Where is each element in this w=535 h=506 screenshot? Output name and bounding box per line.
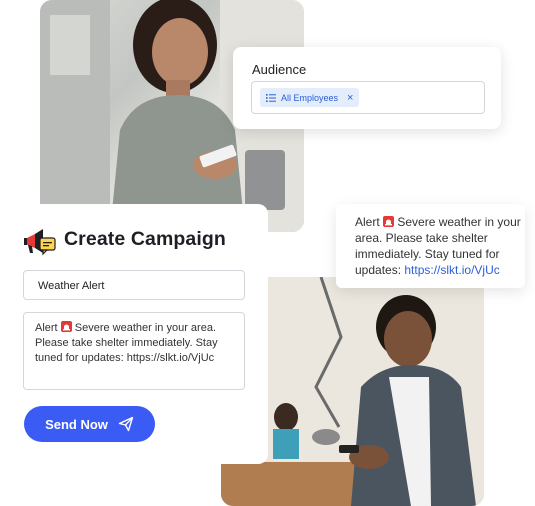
sms-prefix: Alert (355, 215, 384, 229)
megaphone-chat-icon (24, 229, 56, 256)
campaign-name-field[interactable]: Weather Alert (23, 270, 245, 300)
sms-link[interactable]: https://slkt.io/VjUc (404, 263, 499, 277)
siren-icon (60, 321, 72, 332)
list-icon (266, 93, 276, 102)
audience-chip[interactable]: All Employees × (260, 88, 360, 107)
close-icon[interactable]: × (347, 92, 353, 104)
message-prefix: Alert (35, 322, 61, 334)
send-now-label: Send Now (45, 416, 108, 432)
audience-card: Audience All Employees × (233, 47, 501, 129)
page-title: Create Campaign (64, 228, 226, 250)
send-now-button[interactable]: Send Now (24, 406, 155, 442)
sms-preview-text: Alert Severe weather in your area. Pleas… (355, 214, 525, 278)
campaign-message-field[interactable]: Alert Severe weather in your area. Pleas… (23, 312, 245, 390)
campaign-name-value: Weather Alert (38, 280, 105, 292)
audience-chip-label: All Employees (281, 92, 339, 103)
send-plane-icon (118, 416, 134, 432)
audience-title: Audience (252, 62, 307, 77)
siren-icon (383, 216, 395, 227)
sms-preview-card: Alert Severe weather in your area. Pleas… (336, 204, 525, 288)
create-campaign-card: Create Campaign Weather Alert Alert Seve… (0, 204, 268, 464)
audience-input[interactable]: All Employees × (251, 81, 485, 114)
